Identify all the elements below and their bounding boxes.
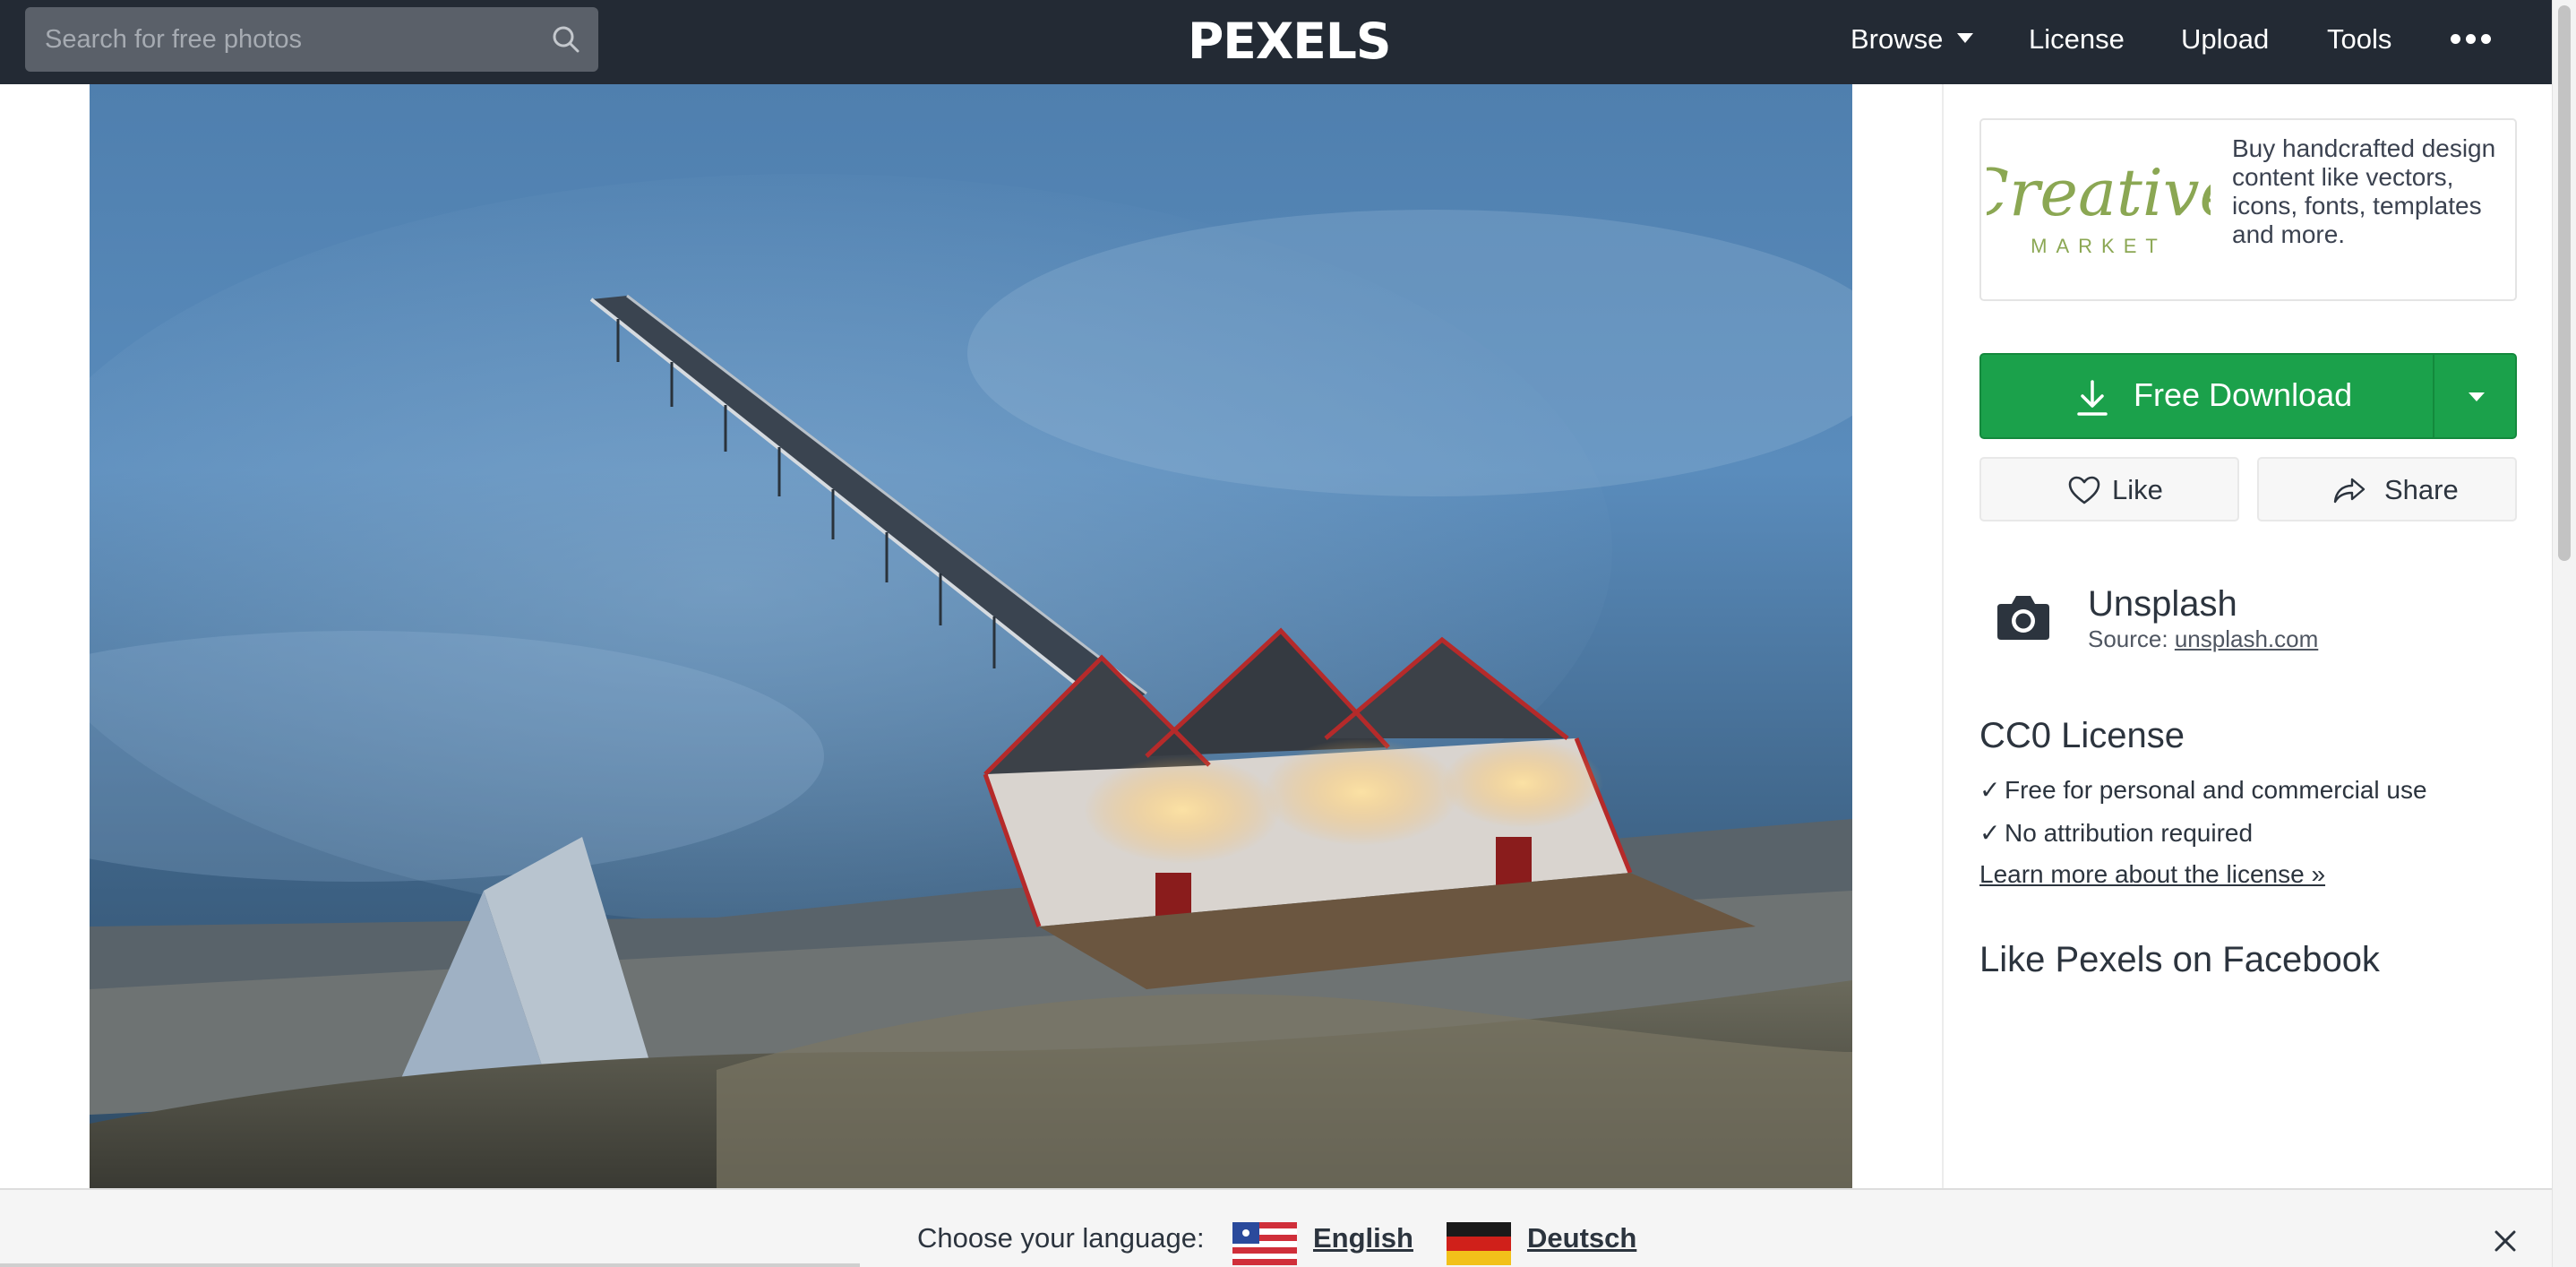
- main-photo[interactable]: [90, 84, 1852, 1188]
- nav-browse-label: Browse: [1850, 23, 1944, 55]
- free-download-label: Free Download: [2134, 376, 2353, 413]
- de-flag-icon: [1447, 1222, 1511, 1265]
- top-nav: PEXELS Browse License Upload Tools: [0, 0, 2552, 84]
- free-download-button[interactable]: Free Download: [1981, 355, 2433, 437]
- creative-market-logo-subword: MARKET: [2031, 235, 2167, 257]
- nav-browse[interactable]: Browse: [1850, 22, 1974, 57]
- scrollbar-thumb[interactable]: [2558, 5, 2571, 561]
- language-prompt: Choose your language:: [917, 1222, 1205, 1254]
- license-item-text: Free for personal and commercial use: [2005, 776, 2427, 804]
- share-icon: [2333, 478, 2366, 504]
- check-icon: ✓: [1979, 776, 2001, 804]
- sidebar-divider: [1942, 84, 1944, 1188]
- download-options-dropdown[interactable]: [2434, 355, 2515, 437]
- license-item-text: No attribution required: [2005, 819, 2254, 847]
- language-bar: Choose your language: English Deutsch: [0, 1188, 2552, 1267]
- author-name[interactable]: Unsplash: [2088, 582, 2237, 625]
- pier-photo-image: [90, 84, 1852, 1188]
- license-title: CC0 License: [1979, 716, 2185, 755]
- author-source-label: Source:: [2088, 625, 2168, 652]
- camera-icon: [1997, 596, 2049, 640]
- us-flag-icon: [1232, 1222, 1297, 1265]
- free-download-button-group: Free Download: [1979, 353, 2517, 439]
- caret-down-icon: [1957, 33, 1974, 43]
- search-input[interactable]: [25, 7, 598, 72]
- like-button[interactable]: Like: [1979, 457, 2239, 521]
- like-label: Like: [2112, 474, 2163, 505]
- nav-upload[interactable]: Upload: [2181, 22, 2269, 57]
- nav-tools[interactable]: Tools: [2327, 22, 2391, 57]
- pexels-logo[interactable]: PEXELS: [1188, 13, 1392, 70]
- close-icon[interactable]: [2492, 1228, 2519, 1254]
- creative-market-logo-word: Creative: [1987, 159, 2211, 230]
- license-more-link[interactable]: Learn more about the license »: [1979, 858, 2325, 891]
- download-icon: [2077, 380, 2108, 416]
- license-item: ✓ Free for personal and commercial use: [1979, 774, 2427, 806]
- bottom-edge: [0, 1263, 860, 1267]
- check-icon: ✓: [1979, 819, 2001, 847]
- language-option-label: Deutsch: [1527, 1222, 1637, 1254]
- search-box: [25, 7, 598, 72]
- license-item: ✓ No attribution required: [1979, 817, 2253, 849]
- nav-license[interactable]: License: [2029, 22, 2125, 57]
- author-source: Source: unsplash.com: [2088, 625, 2318, 653]
- language-option-label: English: [1313, 1222, 1413, 1254]
- facebook-title: Like Pexels on Facebook: [1979, 940, 2380, 979]
- share-label: Share: [2384, 474, 2459, 505]
- ad-text: Buy handcrafted design content like vect…: [2232, 134, 2496, 248]
- caret-down-icon: [2469, 392, 2485, 401]
- creative-market-logo: Creative MARKET: [1987, 159, 2211, 257]
- heart-icon: [2068, 476, 2100, 504]
- search-icon[interactable]: [550, 23, 582, 56]
- share-button[interactable]: Share: [2257, 457, 2517, 521]
- more-dots-icon[interactable]: [2451, 34, 2492, 47]
- author-source-link[interactable]: unsplash.com: [2175, 625, 2318, 652]
- creative-market-ad[interactable]: Creative MARKET Buy handcrafted design c…: [1979, 118, 2517, 301]
